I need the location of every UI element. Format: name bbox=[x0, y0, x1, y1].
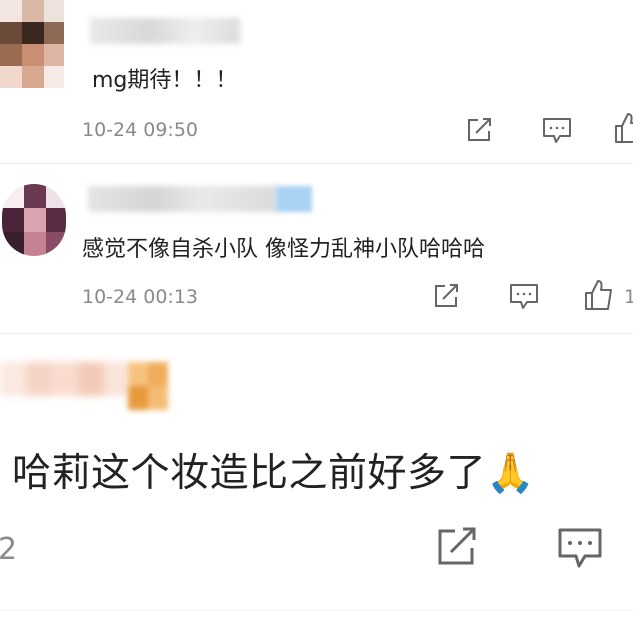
share-icon[interactable] bbox=[466, 117, 494, 143]
comment-icon[interactable] bbox=[509, 283, 539, 311]
comment-text: 感觉不像自杀小队 像怪力乱神小队哈哈哈 bbox=[82, 237, 485, 262]
comment-icon[interactable] bbox=[542, 117, 572, 145]
username-obscured[interactable] bbox=[88, 186, 278, 212]
like-icon[interactable] bbox=[614, 112, 633, 144]
share-icon[interactable] bbox=[433, 283, 461, 309]
divider bbox=[0, 610, 633, 611]
comment-icon[interactable] bbox=[557, 527, 603, 571]
username-obscured[interactable] bbox=[90, 18, 240, 44]
avatar[interactable] bbox=[2, 184, 66, 256]
comment-time: 10-24 00:13 bbox=[82, 286, 199, 308]
vip-badge-obscured bbox=[276, 186, 312, 212]
share-icon[interactable] bbox=[436, 527, 480, 567]
like-icon[interactable] bbox=[584, 279, 614, 311]
like-count: 1 bbox=[624, 286, 633, 308]
divider bbox=[0, 333, 633, 334]
avatar[interactable] bbox=[0, 0, 64, 88]
username-obscured[interactable] bbox=[0, 356, 130, 402]
comment-time: 10-24 09:50 bbox=[82, 119, 199, 141]
comment-text: 哈莉这个妆造比之前好多了🙏 bbox=[12, 451, 536, 496]
badge-obscured bbox=[128, 362, 168, 412]
divider bbox=[0, 163, 633, 164]
comment-text: mg期待！！！ bbox=[92, 68, 238, 93]
comment-time: 2 bbox=[0, 532, 18, 567]
